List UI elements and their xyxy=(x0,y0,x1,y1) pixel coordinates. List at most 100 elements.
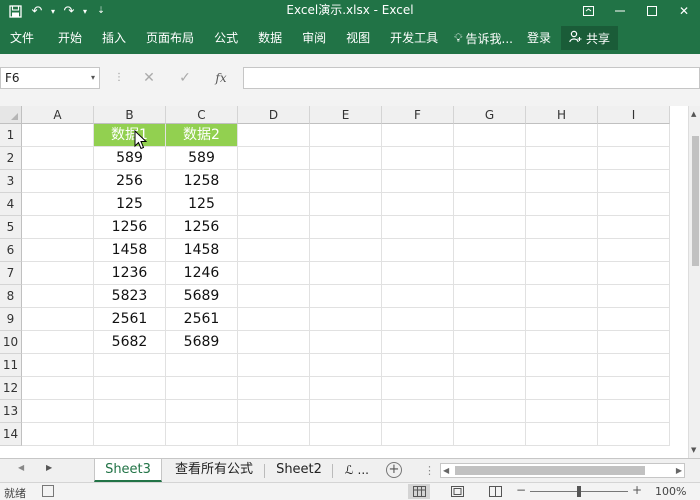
zoom-slider-thumb[interactable] xyxy=(577,486,581,497)
tab-review[interactable]: 审阅 xyxy=(292,22,336,54)
cell-d10[interactable] xyxy=(238,331,310,354)
cell-a6[interactable] xyxy=(22,239,94,262)
scroll-down-icon[interactable]: ▼ xyxy=(691,446,696,454)
column-header-a[interactable]: A xyxy=(22,106,94,124)
cell-b13[interactable] xyxy=(94,400,166,423)
cell-e13[interactable] xyxy=(310,400,382,423)
cell-f4[interactable] xyxy=(382,193,454,216)
cell-f9[interactable] xyxy=(382,308,454,331)
cell-g14[interactable] xyxy=(454,423,526,446)
enter-check-icon[interactable]: ✓ xyxy=(174,67,196,89)
cell-e2[interactable] xyxy=(310,147,382,170)
cell-i11[interactable] xyxy=(598,354,670,377)
row-header-8[interactable]: 8 xyxy=(0,285,22,308)
cell-g7[interactable] xyxy=(454,262,526,285)
cell-e8[interactable] xyxy=(310,285,382,308)
cell-d5[interactable] xyxy=(238,216,310,239)
cell-c8[interactable]: 5689 xyxy=(166,285,238,308)
cell-a1[interactable] xyxy=(22,124,94,147)
cell-d13[interactable] xyxy=(238,400,310,423)
cell-e10[interactable] xyxy=(310,331,382,354)
cell-e9[interactable] xyxy=(310,308,382,331)
zoom-out-icon[interactable]: − xyxy=(516,483,526,497)
cell-i6[interactable] xyxy=(598,239,670,262)
cell-d12[interactable] xyxy=(238,377,310,400)
cell-f10[interactable] xyxy=(382,331,454,354)
cell-g8[interactable] xyxy=(454,285,526,308)
worksheet-grid[interactable]: A B C D E F G H I 1 数据1 数据2 2 589 589 3 256 1258 4 125 125 5 1… xyxy=(0,106,700,458)
cell-i3[interactable] xyxy=(598,170,670,193)
row-header-5[interactable]: 5 xyxy=(0,216,22,239)
cell-h12[interactable] xyxy=(526,377,598,400)
insert-function-icon[interactable]: fx xyxy=(210,67,232,89)
cell-h14[interactable] xyxy=(526,423,598,446)
cell-i2[interactable] xyxy=(598,147,670,170)
cell-f12[interactable] xyxy=(382,377,454,400)
cell-e7[interactable] xyxy=(310,262,382,285)
vertical-scrollbar[interactable]: ▲ ▼ xyxy=(688,106,700,458)
cell-g11[interactable] xyxy=(454,354,526,377)
row-header-14[interactable]: 14 xyxy=(0,423,22,446)
cell-a11[interactable] xyxy=(22,354,94,377)
name-box-dropdown-icon[interactable]: ▾ xyxy=(91,68,95,88)
cell-c1[interactable]: 数据2 xyxy=(166,124,238,147)
cell-c4[interactable]: 125 xyxy=(166,193,238,216)
cell-b12[interactable] xyxy=(94,377,166,400)
column-header-d[interactable]: D xyxy=(238,106,310,124)
cell-h1[interactable] xyxy=(526,124,598,147)
cell-b6[interactable]: 1458 xyxy=(94,239,166,262)
column-header-c[interactable]: C xyxy=(166,106,238,124)
cell-c7[interactable]: 1246 xyxy=(166,262,238,285)
column-header-f[interactable]: F xyxy=(382,106,454,124)
cell-f1[interactable] xyxy=(382,124,454,147)
zoom-in-icon[interactable]: + xyxy=(632,483,642,497)
cell-d1[interactable] xyxy=(238,124,310,147)
cell-c3[interactable]: 1258 xyxy=(166,170,238,193)
cell-b3[interactable]: 256 xyxy=(94,170,166,193)
cell-h5[interactable] xyxy=(526,216,598,239)
tell-me-box[interactable]: 💡︎ 告诉我... xyxy=(448,22,519,54)
row-header-1[interactable]: 1 xyxy=(0,124,22,147)
cell-g3[interactable] xyxy=(454,170,526,193)
cell-h13[interactable] xyxy=(526,400,598,423)
cell-d4[interactable] xyxy=(238,193,310,216)
tab-split-handle[interactable]: ⋮ xyxy=(424,464,435,477)
cell-c11[interactable] xyxy=(166,354,238,377)
cell-h2[interactable] xyxy=(526,147,598,170)
sheet-tab-sheet2[interactable]: Sheet2 xyxy=(268,459,330,482)
cell-g4[interactable] xyxy=(454,193,526,216)
cell-g5[interactable] xyxy=(454,216,526,239)
cell-h4[interactable] xyxy=(526,193,598,216)
cell-d3[interactable] xyxy=(238,170,310,193)
undo-dropdown-icon[interactable]: ▾ xyxy=(48,0,58,22)
cell-e3[interactable] xyxy=(310,170,382,193)
sheet-tab-sheet3[interactable]: Sheet3 xyxy=(94,459,162,482)
column-header-g[interactable]: G xyxy=(454,106,526,124)
cell-e4[interactable] xyxy=(310,193,382,216)
cell-f3[interactable] xyxy=(382,170,454,193)
formula-bar-separator[interactable]: ⋮ xyxy=(114,72,124,83)
row-header-3[interactable]: 3 xyxy=(0,170,22,193)
cell-i9[interactable] xyxy=(598,308,670,331)
tab-view[interactable]: 视图 xyxy=(336,22,380,54)
cell-i4[interactable] xyxy=(598,193,670,216)
cell-h7[interactable] xyxy=(526,262,598,285)
cell-b10[interactable]: 5682 xyxy=(94,331,166,354)
cell-b4[interactable]: 125 xyxy=(94,193,166,216)
save-icon[interactable] xyxy=(4,0,26,22)
minimize-icon[interactable] xyxy=(604,0,636,22)
cell-e5[interactable] xyxy=(310,216,382,239)
cell-h6[interactable] xyxy=(526,239,598,262)
row-header-9[interactable]: 9 xyxy=(0,308,22,331)
cell-c9[interactable]: 2561 xyxy=(166,308,238,331)
cell-f8[interactable] xyxy=(382,285,454,308)
cell-i8[interactable] xyxy=(598,285,670,308)
normal-view-icon[interactable] xyxy=(408,484,430,499)
cell-d11[interactable] xyxy=(238,354,310,377)
cell-d9[interactable] xyxy=(238,308,310,331)
cell-c5[interactable]: 1256 xyxy=(166,216,238,239)
sheet-tab-more[interactable]: ℒ ... xyxy=(336,459,378,482)
cell-a14[interactable] xyxy=(22,423,94,446)
row-header-13[interactable]: 13 xyxy=(0,400,22,423)
cell-a9[interactable] xyxy=(22,308,94,331)
